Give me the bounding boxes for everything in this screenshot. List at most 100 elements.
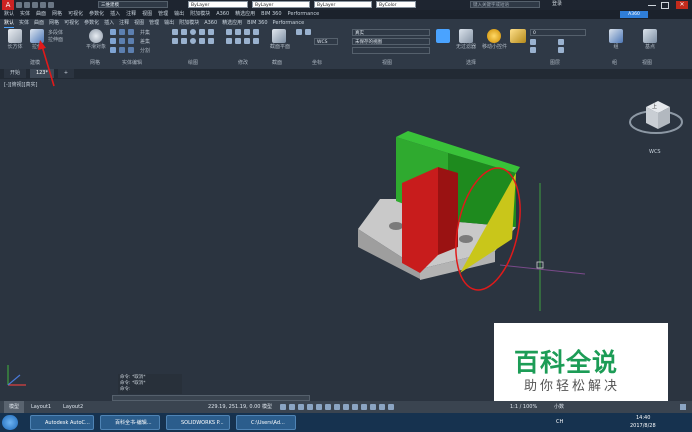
polar-icon[interactable]: [307, 404, 313, 410]
ellipse-icon[interactable]: [190, 38, 196, 44]
ortho-icon[interactable]: [298, 404, 304, 410]
3d-osnap-icon[interactable]: [361, 404, 367, 410]
ribbon-tab-2[interactable]: 曲面: [34, 19, 44, 27]
group-button[interactable]: 组: [606, 29, 626, 50]
erase-icon[interactable]: [235, 38, 241, 44]
dynamic-ucs-icon[interactable]: [370, 404, 376, 410]
union-icon[interactable]: [110, 29, 116, 35]
rotate-icon[interactable]: [235, 29, 241, 35]
ribbon-tab-4[interactable]: 可视化: [64, 19, 79, 27]
model-space-toggle[interactable]: 模型: [262, 401, 272, 413]
saved-view-dropdown[interactable]: 未保存的视图: [352, 38, 430, 45]
minimize-icon[interactable]: [648, 5, 656, 6]
ribbon-tab-13[interactable]: 精选应用: [222, 19, 242, 27]
mirror-icon[interactable]: [226, 38, 232, 44]
linetype-dropdown[interactable]: ByLayer: [252, 1, 310, 8]
plotstyle-dropdown[interactable]: ByColor: [376, 1, 416, 8]
subtract-icon[interactable]: [110, 38, 116, 44]
lineweight-icon[interactable]: [334, 404, 340, 410]
menu-item-14[interactable]: BIM 360: [261, 10, 281, 19]
window-controls[interactable]: ✕: [648, 1, 690, 9]
start-button[interactable]: [2, 415, 18, 430]
polyline-icon[interactable]: [181, 29, 187, 35]
menu-item-9[interactable]: 管理: [158, 10, 168, 19]
color-dropdown[interactable]: ByLayer: [188, 1, 248, 8]
menu-item-12[interactable]: A360: [216, 10, 229, 19]
viewcube-wcs-label[interactable]: WCS: [649, 149, 661, 155]
menu-item-15[interactable]: Performance: [288, 10, 320, 19]
layer-freeze-icon[interactable]: [558, 39, 564, 45]
gizmo-status-icon[interactable]: [388, 404, 394, 410]
grid-icon[interactable]: [280, 404, 286, 410]
intersect-icon[interactable]: [110, 47, 116, 53]
ribbon-tab-1[interactable]: 实体: [19, 19, 29, 27]
menu-item-2[interactable]: 曲面: [36, 10, 46, 19]
menu-item-7[interactable]: 注释: [126, 10, 136, 19]
language-indicator[interactable]: CH: [556, 413, 563, 432]
culling-button[interactable]: [436, 29, 450, 43]
osnap-icon[interactable]: [316, 404, 322, 410]
menu-item-13[interactable]: 精选应用: [235, 10, 255, 19]
arc-icon[interactable]: [199, 29, 205, 35]
taskbar-item-explorer[interactable]: C:\Users\Ad...: [236, 415, 296, 430]
ribbon-tab-6[interactable]: 插入: [104, 19, 114, 27]
spline-icon[interactable]: [181, 38, 187, 44]
ribbon-tab-3[interactable]: 网格: [49, 19, 59, 27]
rectangle-icon[interactable]: [208, 29, 214, 35]
slice-icon[interactable]: [119, 29, 125, 35]
selection-cycling-icon[interactable]: [352, 404, 358, 410]
copy-icon[interactable]: [253, 29, 259, 35]
close-icon[interactable]: ✕: [676, 1, 688, 9]
menu-item-10[interactable]: 输出: [174, 10, 184, 19]
ribbon-tab-12[interactable]: A360: [204, 19, 217, 27]
layer-off-icon[interactable]: [558, 47, 564, 53]
array-icon[interactable]: [244, 38, 250, 44]
quick-access-icons[interactable]: [16, 2, 96, 8]
menu-item-0[interactable]: 默认: [4, 10, 14, 19]
annotation-scale[interactable]: 1:1 / 100%: [510, 401, 537, 413]
extract-edges-icon[interactable]: [119, 47, 125, 53]
signin-link[interactable]: 登录: [552, 0, 562, 9]
layer-properties-button[interactable]: [510, 29, 526, 43]
ribbon-tab-11[interactable]: 附加模块: [179, 19, 199, 27]
layer-isolate-icon[interactable]: [530, 47, 536, 53]
tab-layout1[interactable]: Layout1: [26, 401, 56, 413]
menu-item-8[interactable]: 视图: [142, 10, 152, 19]
menu-item-5[interactable]: 参数化: [89, 10, 104, 19]
circle-icon[interactable]: [190, 29, 196, 35]
wcs-dropdown[interactable]: WCS: [314, 38, 338, 45]
ribbon-tab-8[interactable]: 视图: [134, 19, 144, 27]
ribbon-tab-9[interactable]: 管理: [149, 19, 159, 27]
thicken-icon[interactable]: [119, 38, 125, 44]
autocad-logo-icon[interactable]: A: [2, 0, 14, 10]
union-button[interactable]: 并集: [140, 29, 150, 36]
units-dropdown[interactable]: 小数: [554, 401, 564, 413]
imprint-icon[interactable]: [128, 38, 134, 44]
shell-icon[interactable]: [128, 29, 134, 35]
menu-item-11[interactable]: 附加模块: [190, 10, 210, 19]
drawing-viewport[interactable]: [-][俯视][真实] 上 WCS 命令: *取消* 命令: *取消* 命令: …: [0, 79, 692, 403]
tab-layout2[interactable]: Layout2: [58, 401, 88, 413]
menu-item-3[interactable]: 网格: [52, 10, 62, 19]
point-icon[interactable]: [199, 38, 205, 44]
menu-item-1[interactable]: 实体: [20, 10, 30, 19]
otrack-icon[interactable]: [325, 404, 331, 410]
visual-style-dropdown[interactable]: 真实: [352, 29, 430, 36]
section-plane-button[interactable]: 截面平面: [270, 29, 290, 50]
workspace-dropdown[interactable]: 三维建模: [98, 1, 168, 8]
menu-item-4[interactable]: 可视化: [68, 10, 83, 19]
region-icon[interactable]: [208, 38, 214, 44]
box-button[interactable]: 长方体: [6, 29, 24, 50]
taskbar-item-baike[interactable]: 百科全书-编辑...: [100, 415, 160, 430]
tab-start[interactable]: 开始: [4, 69, 27, 78]
clock-time[interactable]: 14:40: [636, 415, 650, 421]
clock-date[interactable]: 2017/8/28: [630, 423, 656, 429]
share-button[interactable]: A360: [620, 11, 648, 18]
line-icon[interactable]: [172, 29, 178, 35]
menu-item-6[interactable]: 插入: [110, 10, 120, 19]
layer-dropdown[interactable]: 0: [530, 29, 586, 36]
ucs-world-icon[interactable]: [305, 29, 311, 35]
snap-icon[interactable]: [289, 404, 295, 410]
move-gizmo-button[interactable]: 移动小控件: [482, 29, 507, 50]
scale-icon[interactable]: [244, 29, 250, 35]
